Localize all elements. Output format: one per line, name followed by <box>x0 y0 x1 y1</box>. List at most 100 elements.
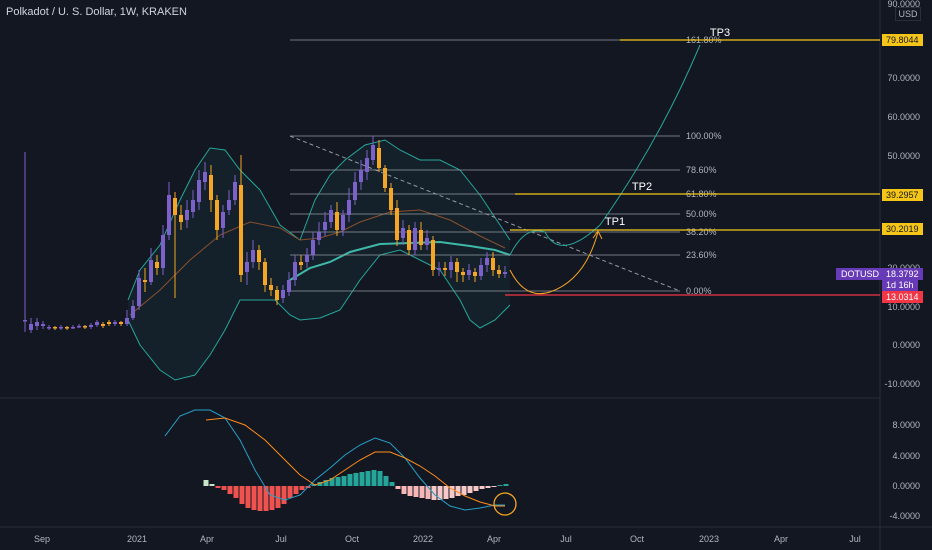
candle-body <box>113 322 117 324</box>
candle-body <box>209 175 213 200</box>
macd-histogram-bar <box>281 486 287 504</box>
chart-canvas[interactable]: 161.80%100.00%78.60%61.80%50.00%38.20%23… <box>0 0 932 550</box>
candle-body <box>227 200 231 210</box>
candle-body <box>167 195 171 235</box>
candle-body <box>431 240 435 270</box>
candle-body <box>365 158 369 172</box>
candle-body <box>197 180 201 202</box>
tp2-price-tag: 39.2957 <box>882 189 923 201</box>
macd-histogram-bar <box>215 486 221 488</box>
candle-body <box>35 322 39 326</box>
candle-body <box>401 228 405 238</box>
candle-body <box>329 210 333 222</box>
candle-body <box>449 262 453 270</box>
candle-body <box>305 255 309 262</box>
candle-body <box>341 215 345 230</box>
candle-body <box>41 324 45 326</box>
macd-histogram-bar <box>371 470 377 486</box>
candle-body <box>485 258 489 265</box>
candle-body <box>275 290 279 300</box>
macd-axis-label: 0.0000 <box>892 481 920 491</box>
x-axis-label: Apr <box>774 534 788 544</box>
candle-body <box>71 327 75 329</box>
candle-body <box>299 262 303 265</box>
macd-histogram-bar <box>221 486 227 490</box>
candle-body <box>437 268 441 270</box>
candle-body <box>491 258 495 270</box>
macd-histogram-bar <box>263 486 269 511</box>
x-axis-label: Apr <box>487 534 501 544</box>
macd-histogram-bar <box>299 486 305 490</box>
candle-body <box>455 262 459 272</box>
candle-body <box>251 250 255 262</box>
candle-body <box>335 212 339 230</box>
candle-body <box>395 208 399 240</box>
candle-body <box>389 188 393 210</box>
tp3-price-tag: 79.8044 <box>882 34 923 46</box>
y-axis-label: 60.0000 <box>887 112 920 122</box>
candle-body <box>317 232 321 240</box>
candle-body <box>23 320 27 322</box>
candle-body <box>281 290 285 298</box>
candle-body <box>137 278 141 306</box>
candle-body <box>497 270 501 274</box>
x-axis-label: Oct <box>345 534 360 544</box>
fib-label: 38.20% <box>686 227 717 237</box>
candle-body <box>203 172 207 182</box>
candle-body <box>371 145 375 160</box>
candle-body <box>425 238 429 245</box>
macd-histogram-bar <box>227 486 233 494</box>
candle-body <box>95 322 99 325</box>
candle-body <box>383 168 387 188</box>
candle-body <box>413 228 417 250</box>
candle-body <box>131 306 135 318</box>
candle-body <box>179 215 183 222</box>
stop-price-tag: 13.0314 <box>882 291 923 303</box>
candle-body <box>155 262 159 268</box>
macd-histogram-bar <box>431 486 437 500</box>
countdown-tag: 1d 16h <box>882 279 918 291</box>
candle-body <box>473 272 477 276</box>
candle-body <box>161 235 165 268</box>
candle-body <box>443 268 447 270</box>
macd-histogram-bar <box>209 484 215 486</box>
macd-histogram-bar <box>377 471 383 486</box>
candle-body <box>101 324 105 326</box>
macd-histogram-bar <box>461 486 467 495</box>
candle-body <box>119 322 123 324</box>
macd-histogram-bar <box>413 486 419 497</box>
x-axis-label: Jul <box>849 534 861 544</box>
macd-histogram-bar <box>353 473 359 486</box>
macd-histogram-bar <box>365 471 371 486</box>
macd-histogram-bar <box>425 486 431 499</box>
y-axis-label: 10.0000 <box>887 302 920 312</box>
candle-body <box>359 170 363 182</box>
fib-label: 78.60% <box>686 165 717 175</box>
y-axis-label: 0.0000 <box>892 340 920 350</box>
candle-body <box>65 327 69 329</box>
macd-axis-label: 8.0000 <box>892 420 920 430</box>
macd-histogram-bar <box>389 482 395 486</box>
x-axis-label: 2022 <box>413 534 433 544</box>
candle-body <box>89 325 93 327</box>
x-axis-label: 2023 <box>699 534 719 544</box>
candle-body <box>293 262 297 280</box>
currency-badge[interactable]: USD <box>895 7 921 21</box>
macd-histogram-bar <box>419 486 425 498</box>
macd-axis-label: 4.0000 <box>892 451 920 461</box>
candle-body <box>215 200 219 230</box>
candle-body <box>347 200 351 215</box>
candle-body <box>263 262 267 285</box>
x-axis-label: Apr <box>200 534 214 544</box>
macd-histogram-bar <box>335 477 341 486</box>
candle-body <box>233 182 237 200</box>
candle-body <box>191 200 195 212</box>
macd-histogram-bar <box>203 480 209 486</box>
candle-body <box>467 270 471 275</box>
candle-body <box>353 182 357 200</box>
macd-histogram-bar <box>383 476 389 486</box>
macd-axis-label: -4.0000 <box>889 511 920 521</box>
candle-body <box>461 272 465 275</box>
y-axis-label: 70.0000 <box>887 73 920 83</box>
x-axis-label: Jul <box>560 534 572 544</box>
